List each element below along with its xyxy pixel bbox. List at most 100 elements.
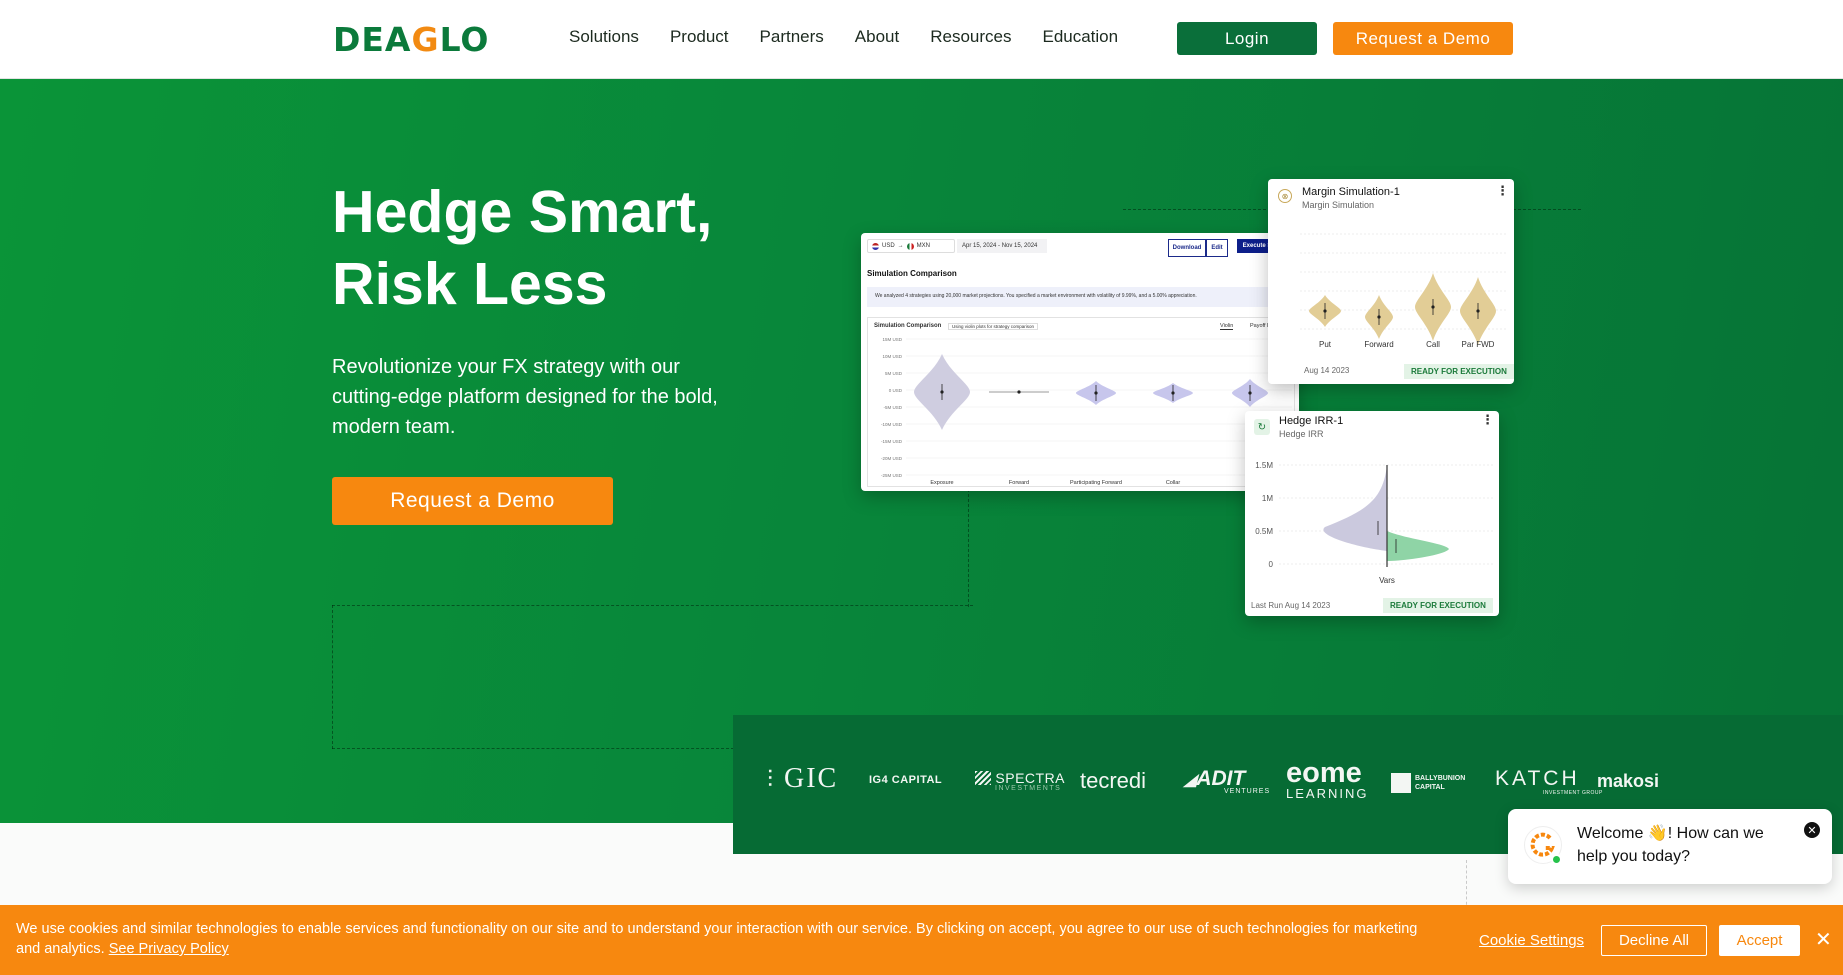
margin-violin-0-median <box>1323 309 1327 313</box>
hero-title-line1: Hedge Smart, <box>332 179 713 245</box>
y-tick-label: 0.5M <box>1255 527 1273 536</box>
edit-button[interactable]: Edit <box>1206 239 1228 257</box>
spectra-logo: SPECTRA <box>975 770 1065 786</box>
y-tick-label: -5M USD <box>883 405 902 410</box>
simulation-comparison-card: USD → MXN Apr 15, 2024 - Nov 15, 2024 Do… <box>861 233 1299 491</box>
currency-pair-selector[interactable]: USD → MXN <box>867 239 955 253</box>
logo-text-g: G <box>411 19 440 59</box>
y-tick-label: 0 <box>1269 560 1274 569</box>
x-category-label: Put <box>1319 340 1332 349</box>
request-demo-hero-button[interactable]: Request a Demo <box>332 477 613 525</box>
y-tick-label: -20M USD <box>881 456 903 461</box>
hero-title: Hedge Smart, Risk Less <box>332 176 772 320</box>
ig4-capital-logo: IG4 CAPITAL <box>869 774 943 786</box>
decline-all-button[interactable]: Decline All <box>1601 925 1707 956</box>
chat-welcome-bubble[interactable]: Welcome 👋! How can we help you today? ✕ <box>1508 809 1832 884</box>
y-tick-label: 1.5M <box>1255 461 1273 470</box>
decorative-dashed-frame <box>332 605 333 749</box>
gic-logo: ⫶ GIC <box>767 763 839 794</box>
x-category-label: Forward <box>1009 480 1029 486</box>
hedge-irr-card: ↻ Hedge IRR-1 Hedge IRR ⋮ 1.5M 1M 0.5M 0 Var… <box>1245 411 1499 616</box>
close-icon[interactable]: ✕ <box>1804 822 1820 838</box>
deaglo-logo[interactable]: DEA G LO <box>333 19 489 59</box>
wave-emoji-icon: 👋 <box>1647 825 1668 842</box>
violin-2-median <box>1094 391 1098 395</box>
spectra-name: SPECTRA <box>995 770 1066 786</box>
close-icon[interactable]: ✕ <box>1815 929 1832 949</box>
accept-button[interactable]: Accept <box>1719 925 1800 956</box>
download-button[interactable]: Download <box>1168 239 1206 257</box>
date-range[interactable]: Apr 15, 2024 - Nov 15, 2024 <box>957 239 1047 253</box>
chat-message-a: Welcome <box>1577 825 1648 842</box>
adit-mark-icon: ◢ <box>1184 772 1197 789</box>
adit-ventures-text: VENTURES <box>1224 788 1271 795</box>
y-tick-label: 0 USD <box>889 388 903 393</box>
nav-solutions[interactable]: Solutions <box>569 26 639 48</box>
y-tick-label: -10M USD <box>881 422 903 427</box>
katch-logo: KATCH <box>1495 767 1580 790</box>
from-currency: USD <box>882 243 895 249</box>
nav-product[interactable]: Product <box>670 26 729 48</box>
margin-card-date: Aug 14 2023 <box>1304 366 1350 375</box>
ballybunion-capital-text: CAPITAL <box>1415 784 1445 791</box>
violin-3-median <box>1171 391 1175 395</box>
x-category-label: Collar <box>1166 480 1181 486</box>
nav-about[interactable]: About <box>855 26 899 48</box>
margin-simulation-card: ⊗ Margin Simulation-1 Margin Simulation … <box>1268 179 1514 384</box>
x-category-label: Par FWD <box>1462 340 1495 349</box>
y-tick-label: 1M <box>1262 494 1273 503</box>
cookie-text: We use cookies and similar technologies … <box>16 919 1426 959</box>
tecredi-logo: tecredi <box>1080 768 1147 793</box>
to-currency: MXN <box>916 243 931 249</box>
y-tick-label: 5M USD <box>885 371 903 376</box>
online-status-dot <box>1551 854 1562 865</box>
violin-chart-panel: Simulation Comparison Using violin plots… <box>867 317 1295 487</box>
chat-avatar <box>1524 826 1562 865</box>
arrow-right-icon: → <box>897 243 904 249</box>
gic-logo-text: GIC <box>784 763 839 794</box>
makosi-logo: makosi <box>1597 771 1660 791</box>
nav-resources[interactable]: Resources <box>930 26 1011 48</box>
hero-section: Hedge Smart, Risk Less Revolutionize you… <box>0 79 1843 823</box>
margin-violin-chart: Put Forward Call Par FWD <box>1300 233 1508 349</box>
x-category-label: Vars <box>1379 576 1395 585</box>
y-tick-label: -25M USD <box>881 473 903 478</box>
spectra-investments-text: INVESTMENTS <box>995 785 1062 792</box>
hedge-irr-chart: 1.5M 1M 0.5M 0 Vars <box>1255 461 1495 585</box>
violin-0-median <box>940 390 944 394</box>
chat-message: Welcome 👋! How can we help you today? <box>1577 822 1792 868</box>
privacy-policy-link[interactable]: See Privacy Policy <box>109 941 229 957</box>
request-demo-nav-button[interactable]: Request a Demo <box>1333 22 1513 55</box>
hero-title-line2: Risk Less <box>332 251 608 317</box>
simulation-heading: Simulation Comparison <box>867 269 957 278</box>
decorative-dashed-frame <box>332 748 734 749</box>
katch-investment-group-text: INVESTMENT GROUP <box>1543 790 1603 796</box>
cookie-settings-link[interactable]: Cookie Settings <box>1479 932 1584 949</box>
x-category-label: Participating Forward <box>1070 480 1122 486</box>
y-tick-label: 15M USD <box>882 337 902 342</box>
top-navbar: DEA G LO Solutions Product Partners About … <box>0 0 1843 79</box>
decorative-dashed-line <box>1466 860 1467 910</box>
ballybunion-mark-icon <box>1391 773 1411 793</box>
ready-for-execution-badge: READY FOR EXECUTION <box>1383 598 1493 613</box>
left-distribution <box>1323 465 1387 551</box>
hero-subtitle: Revolutionize your FX strategy with our … <box>332 356 718 438</box>
login-button[interactable]: Login <box>1177 22 1317 55</box>
nav-education[interactable]: Education <box>1042 26 1118 48</box>
last-run-label: Last Run Aug 14 2023 <box>1251 601 1331 610</box>
ballybunion-logo: BALLYBUNION CAPITAL <box>1415 774 1465 792</box>
main-menu: Solutions Product Partners About Resourc… <box>569 26 1149 48</box>
nav-partners[interactable]: Partners <box>760 26 824 48</box>
forward-median <box>1017 390 1021 394</box>
logo-text-a: DEA <box>333 19 412 59</box>
margin-violin-3-median <box>1476 309 1480 313</box>
ballybunion-name: BALLYBUNION <box>1415 775 1466 782</box>
x-category-label: Forward <box>1364 340 1393 349</box>
margin-violin-1-median <box>1377 315 1381 319</box>
ready-for-execution-badge: READY FOR EXECUTION <box>1404 364 1514 379</box>
x-category-label: Exposure <box>930 480 953 486</box>
decorative-dashed-frame <box>332 605 973 606</box>
margin-violin-2-median <box>1431 305 1435 309</box>
y-tick-label: 10M USD <box>882 354 902 359</box>
mx-flag-icon <box>906 242 914 250</box>
